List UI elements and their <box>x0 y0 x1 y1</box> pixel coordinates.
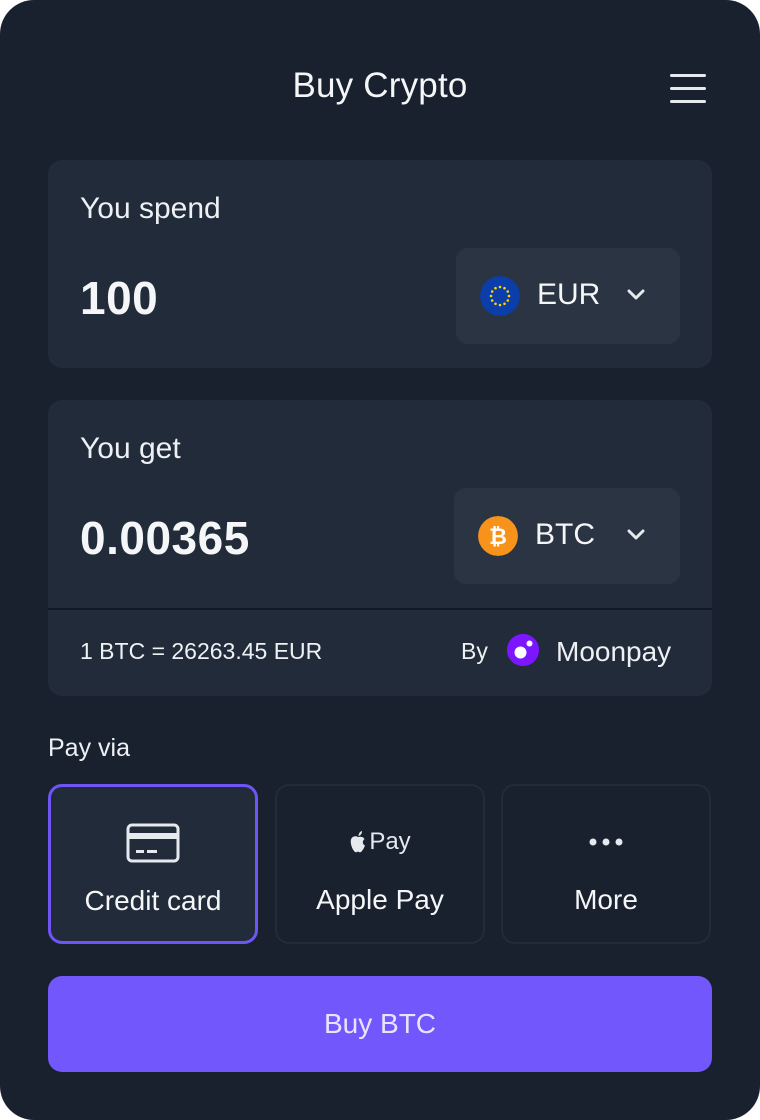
spend-label: You spend <box>80 192 221 225</box>
svg-text:₿: ₿ <box>489 525 507 550</box>
pay-option-label: More <box>574 884 638 915</box>
pay-option-label: Apple Pay <box>316 884 444 915</box>
spend-currency-code: EUR <box>537 278 601 311</box>
pay-option-apple-pay[interactable]: Pay Apple Pay <box>275 784 485 944</box>
provider-by-label: By <box>461 638 488 664</box>
hamburger-menu-icon[interactable] <box>668 72 708 104</box>
pay-via-label: Pay via <box>48 734 130 762</box>
apple-pay-logo-text: Pay <box>369 828 411 855</box>
moonpay-logo-icon <box>507 634 539 666</box>
more-dots-icon <box>503 822 709 862</box>
chevron-down-icon <box>627 289 645 300</box>
pay-option-label: Credit card <box>84 885 222 916</box>
card-divider <box>48 608 712 610</box>
pay-option-credit-card[interactable]: Credit card <box>48 784 258 944</box>
get-currency-selector[interactable]: ₿ BTC <box>454 488 680 584</box>
get-label: You get <box>80 432 181 465</box>
buy-crypto-widget: Buy Crypto You spend 100 EUR You get 0.0… <box>0 0 760 1120</box>
buy-button[interactable]: Buy BTC <box>48 976 712 1072</box>
page-title: Buy Crypto <box>292 66 468 105</box>
chevron-down-icon <box>627 529 645 540</box>
exchange-rate: 1 BTC = 26263.45 EUR <box>80 638 323 664</box>
pay-option-more[interactable]: More <box>501 784 711 944</box>
credit-card-icon <box>51 823 255 863</box>
eu-flag-icon <box>480 276 520 316</box>
bitcoin-icon: ₿ <box>478 516 518 556</box>
spend-card: You spend 100 EUR <box>48 160 712 368</box>
get-card: You get 0.00365 ₿ BTC 1 BTC = 26263.45 E… <box>48 400 712 696</box>
spend-currency-selector[interactable]: EUR <box>456 248 680 344</box>
get-amount: 0.00365 <box>80 512 250 564</box>
provider-name: Moonpay <box>556 636 672 667</box>
apple-pay-logo-icon: Pay <box>277 822 483 862</box>
get-currency-code: BTC <box>535 518 595 551</box>
spend-amount-input[interactable]: 100 <box>80 271 158 325</box>
